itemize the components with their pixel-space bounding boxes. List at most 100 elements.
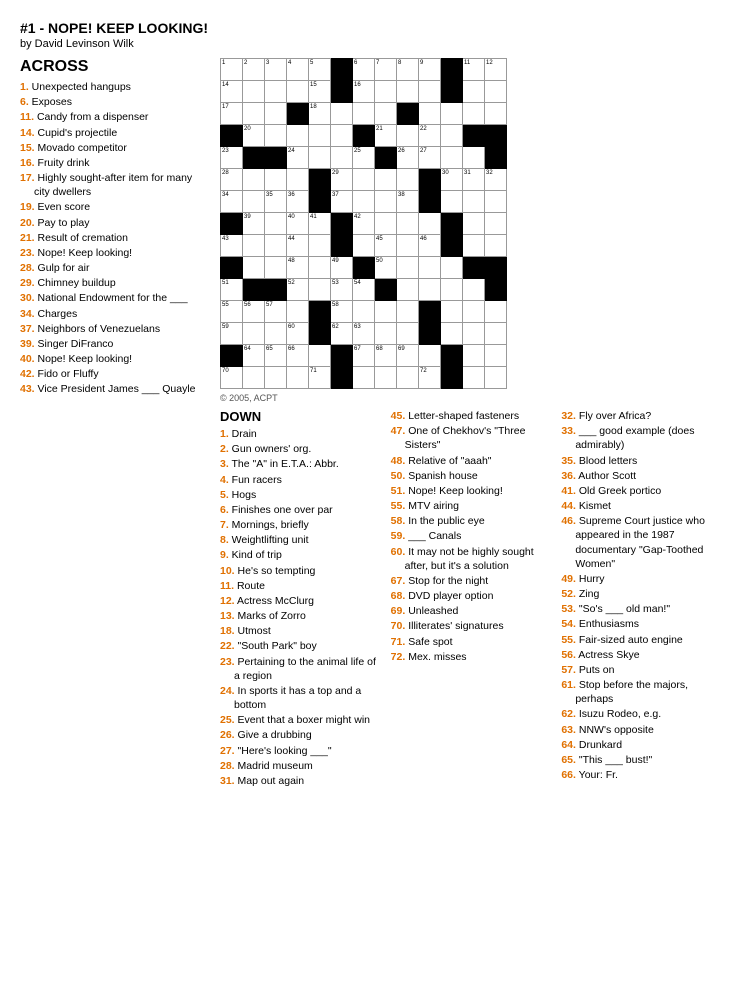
grid-cell [331,103,353,125]
clue-number: 13. [220,610,235,622]
cell-number: 67 [354,346,361,352]
clue-number: 23. [20,247,35,259]
clue-number: 24. [220,685,235,697]
grid-cell [265,169,287,191]
grid-cell [353,125,375,147]
grid-cell [397,81,419,103]
clue-number: 53. [561,603,576,615]
grid-cell [375,301,397,323]
grid-cell [309,257,331,279]
clue-number: 36. [561,470,576,482]
grid-cell [265,213,287,235]
across-clue-item: 69. Unleashed [391,604,554,618]
grid-cell: 40 [287,213,309,235]
across-clue-item: 58. In the public eye [391,514,554,528]
grid-cell: 12 [485,59,507,81]
grid-cell [265,257,287,279]
grid-cell [485,345,507,367]
across-clue-item: 68. DVD player option [391,589,554,603]
across-clue-item: 28. Gulp for air [20,261,210,275]
grid-cell: 4 [287,59,309,81]
grid-cell [441,345,463,367]
cell-number: 30 [442,170,449,176]
clue-number: 10. [220,565,235,577]
grid-cell: 44 [287,235,309,257]
clue-number: 35. [561,455,576,467]
grid-cell [331,367,353,389]
down-clue-item: 11. Route [220,579,383,593]
down-clue-item: 6. Finishes one over par [220,503,383,517]
grid-cell: 56 [243,301,265,323]
grid-cell [485,125,507,147]
across-clue-item: 48. Relative of "aaah" [391,454,554,468]
clue-number: 52. [561,588,576,600]
cell-number: 3 [266,60,269,66]
cell-number: 18 [310,104,317,110]
grid-cell [441,323,463,345]
grid-cell: 35 [265,191,287,213]
grid-cell [309,323,331,345]
clue-number: 29. [20,277,35,289]
grid-cell: 27 [419,147,441,169]
down-clue-item: 28. Madrid museum [220,759,383,773]
grid-cell [419,169,441,191]
clue-number: 66. [561,769,576,781]
grid-cell [375,81,397,103]
clue-number: 48. [391,455,406,467]
grid-cell: 65 [265,345,287,367]
grid-cell [309,169,331,191]
cell-number: 41 [310,214,317,220]
clue-number: 28. [20,262,35,274]
puzzle-title: #1 - NOPE! KEEP LOOKING! [20,20,724,36]
clue-number: 2. [220,443,229,455]
cell-number: 25 [354,148,361,154]
grid-cell: 23 [221,147,243,169]
grid-cell [265,147,287,169]
cell-number: 15 [310,82,317,88]
grid-cell [419,191,441,213]
across-section-title: ACROSS [20,58,210,76]
grid-cell [485,213,507,235]
grid-cell: 8 [397,59,419,81]
cell-number: 37 [332,192,339,198]
grid-cell: 11 [463,59,485,81]
grid-cell [419,257,441,279]
clue-number: 28. [220,760,235,772]
grid-cell [397,213,419,235]
grid-cell [485,257,507,279]
down-clue-item: 61. Stop before the majors, perhaps [561,678,724,706]
cell-number: 20 [244,126,251,132]
grid-cell: 46 [419,235,441,257]
clue-number: 11. [220,580,234,592]
clue-number: 57. [561,664,576,676]
grid-cell [243,257,265,279]
cell-number: 23 [222,148,229,154]
crossword-grid: 1234567891112141516171820212223242526272… [220,58,724,389]
clue-number: 9. [220,549,229,561]
grid-cell: 38 [397,191,419,213]
grid-cell [463,147,485,169]
across-clue-item: 34. Charges [20,307,210,321]
down-clue-item: 13. Marks of Zorro [220,609,383,623]
grid-cell [441,81,463,103]
cell-number: 9 [420,60,423,66]
grid-cell [243,367,265,389]
grid-cell: 1 [221,59,243,81]
grid-cell [485,279,507,301]
grid-cell: 37 [331,191,353,213]
grid-cell [419,213,441,235]
clue-number: 21. [20,232,35,244]
grid-cell [397,169,419,191]
down-clue-item: 46. Supreme Court justice who appeared i… [561,514,724,571]
grid-cell: 64 [243,345,265,367]
grid-cell [463,81,485,103]
down-clue-item: 8. Weightlifting unit [220,533,383,547]
down-clue-item: 57. Puts on [561,663,724,677]
grid-cell [353,235,375,257]
down-extra-clues-list: 32. Fly over Africa?33. ___ good example… [561,409,724,782]
grid-cell [243,81,265,103]
grid-cell: 2 [243,59,265,81]
grid-cell: 29 [331,169,353,191]
down-clue-item: 65. "This ___ bust!" [561,753,724,767]
down-clue-item: 26. Give a drubbing [220,728,383,742]
